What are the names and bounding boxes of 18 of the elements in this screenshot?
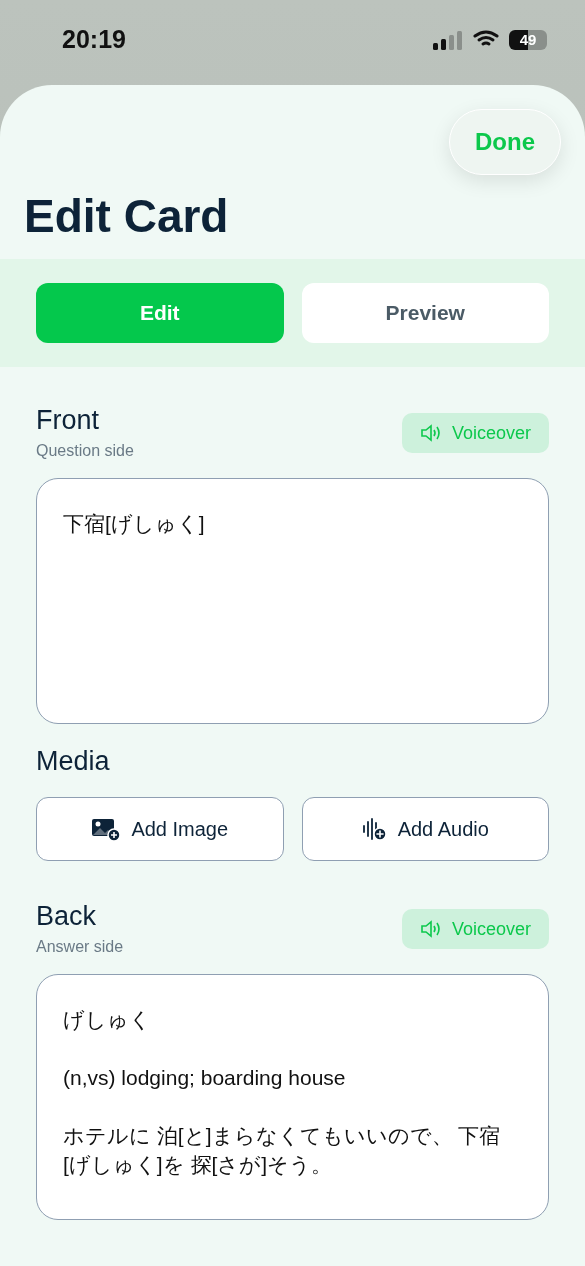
speaker-icon [419, 424, 442, 442]
add-audio-button[interactable]: Add Audio [301, 797, 549, 861]
section-subtitle: Question side [36, 442, 134, 460]
waveform-add-icon [361, 817, 388, 841]
mode-tab[interactable]: Preview [301, 283, 549, 343]
image-add-icon [91, 817, 122, 841]
page-title: Edit Card [24, 189, 230, 243]
section-heading: Back [36, 901, 98, 932]
status-time: 20:19 [62, 25, 126, 54]
signal-icon [433, 29, 463, 50]
question-field[interactable]: 下宿[げしゅく] [36, 478, 549, 724]
section-subtitle: Answer side [36, 938, 124, 956]
speaker-icon [419, 920, 442, 938]
answer-field[interactable]: げしゅく (n,vs) lodging; boarding house ホテルに 泊[と]まらなくてもいいので、 下宿[げしゅく]を 探[さが]そう。 [36, 974, 549, 1220]
add-image-button[interactable]: Add Image [36, 797, 284, 861]
section-heading: Media [36, 746, 111, 777]
section-heading: Front [36, 405, 101, 436]
battery-icon: 49 [509, 29, 547, 50]
